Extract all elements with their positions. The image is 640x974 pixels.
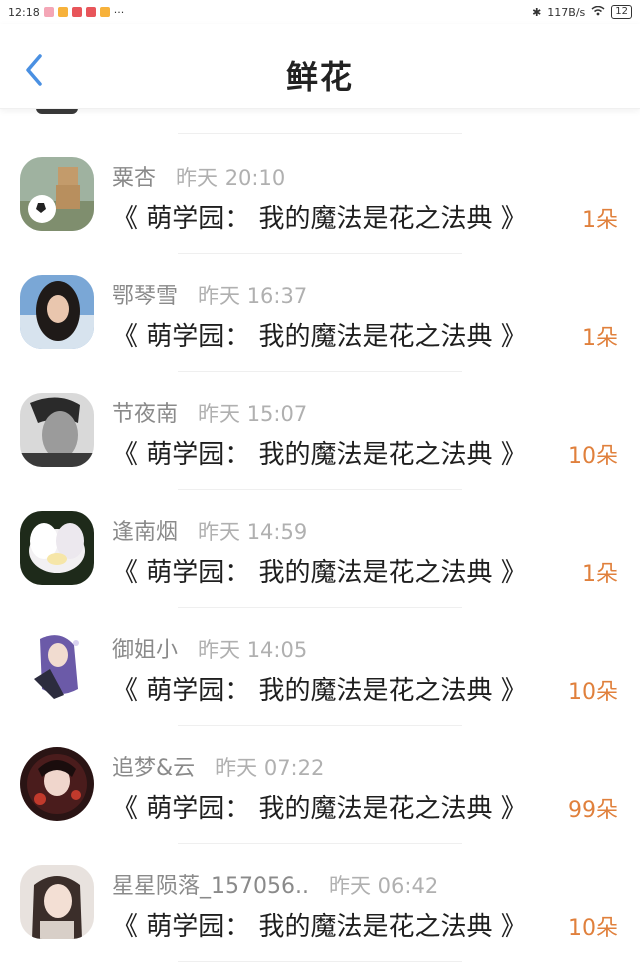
app-notification-icon	[99, 7, 110, 17]
book-title[interactable]: 《 萌学园： 我的魔法是花之法典 》	[112, 906, 527, 943]
list-item[interactable]: 御姐小 昨天 14:05 《 萌学园： 我的魔法是花之法典 》 10朵	[0, 608, 640, 726]
username: 逢南烟	[112, 520, 179, 545]
status-bar: 12:18 ··· ✱ 117B/s 12	[0, 0, 640, 24]
avatar[interactable]	[20, 511, 94, 585]
book-title[interactable]: 《 萌学园： 我的魔法是花之法典 》	[112, 316, 527, 353]
flower-count: 10朵	[568, 444, 618, 469]
header: 鲜花	[0, 24, 640, 109]
timestamp: 昨天 20:10	[176, 166, 286, 190]
flower-count: 1朵	[582, 208, 618, 233]
flower-count: 10朵	[568, 680, 618, 705]
username: 追梦&云	[112, 756, 196, 781]
timestamp: 昨天 14:59	[198, 520, 308, 544]
list-item[interactable]: 星星陨落_157056.. 昨天 06:42 《 萌学园： 我的魔法是花之法典 …	[0, 844, 640, 962]
flower-count: 10朵	[568, 916, 618, 941]
app-notification-icon	[43, 7, 54, 17]
status-time: 12:18	[8, 5, 40, 19]
timestamp: 昨天 16:37	[198, 284, 308, 308]
list-item[interactable]: 鄂琴雪 昨天 16:37 《 萌学园： 我的魔法是花之法典 》 1朵	[0, 254, 640, 372]
flower-count: 99朵	[568, 798, 618, 823]
avatar[interactable]	[20, 275, 94, 349]
book-title[interactable]: 《 萌学园： 我的魔法是花之法典 》	[112, 788, 527, 825]
avatar[interactable]	[20, 865, 94, 939]
username: 御姐小	[112, 638, 179, 663]
username: 星星陨落_157056..	[112, 874, 309, 899]
list-item[interactable]: 粟杏 昨天 20:10 《 萌学园： 我的魔法是花之法典 》 1朵	[0, 136, 640, 254]
status-more: ···	[113, 5, 125, 19]
book-title[interactable]: 《 萌学园： 我的魔法是花之法典 》	[112, 552, 527, 589]
username: 节夜南	[112, 402, 179, 427]
app-notification-icon	[71, 7, 82, 17]
username: 粟杏	[112, 166, 157, 191]
timestamp: 昨天 15:07	[198, 402, 308, 426]
avatar[interactable]	[20, 629, 94, 703]
flower-record-list[interactable]: 粟杏 昨天 20:10 《 萌学园： 我的魔法是花之法典 》 1朵 鄂琴雪 昨天…	[0, 108, 640, 974]
avatar[interactable]	[20, 747, 94, 821]
timestamp: 昨天 06:42	[328, 874, 439, 898]
avatar[interactable]	[20, 157, 94, 231]
book-title[interactable]: 《 萌学园： 我的魔法是花之法典 》	[112, 198, 527, 235]
network-speed: 117B/s	[547, 5, 586, 19]
flower-count: 1朵	[582, 562, 618, 587]
app-notification-icon	[57, 7, 68, 17]
flower-count: 1朵	[582, 326, 618, 351]
username: 鄂琴雪	[112, 284, 179, 309]
page-title: 鲜花	[285, 58, 354, 96]
list-item[interactable]: 逢南烟 昨天 14:59 《 萌学园： 我的魔法是花之法典 》 1朵	[0, 490, 640, 608]
list-item[interactable]: 追梦&云 昨天 07:22 《 萌学园： 我的魔法是花之法典 》 99朵	[0, 726, 640, 844]
divider	[178, 961, 462, 962]
timestamp: 昨天 07:22	[215, 756, 325, 780]
avatar[interactable]	[20, 393, 94, 467]
wifi-icon	[591, 5, 605, 19]
list-item[interactable]: 节夜南 昨天 15:07 《 萌学园： 我的魔法是花之法典 》 10朵	[0, 372, 640, 490]
bluetooth-icon: ✱	[532, 5, 542, 19]
battery-icon: 12	[611, 5, 632, 19]
timestamp: 昨天 14:05	[198, 638, 308, 662]
book-title[interactable]: 《 萌学园： 我的魔法是花之法典 》	[112, 434, 527, 471]
divider	[178, 133, 462, 134]
app-notification-icon	[85, 7, 96, 17]
book-title[interactable]: 《 萌学园： 我的魔法是花之法典 》	[112, 670, 527, 707]
